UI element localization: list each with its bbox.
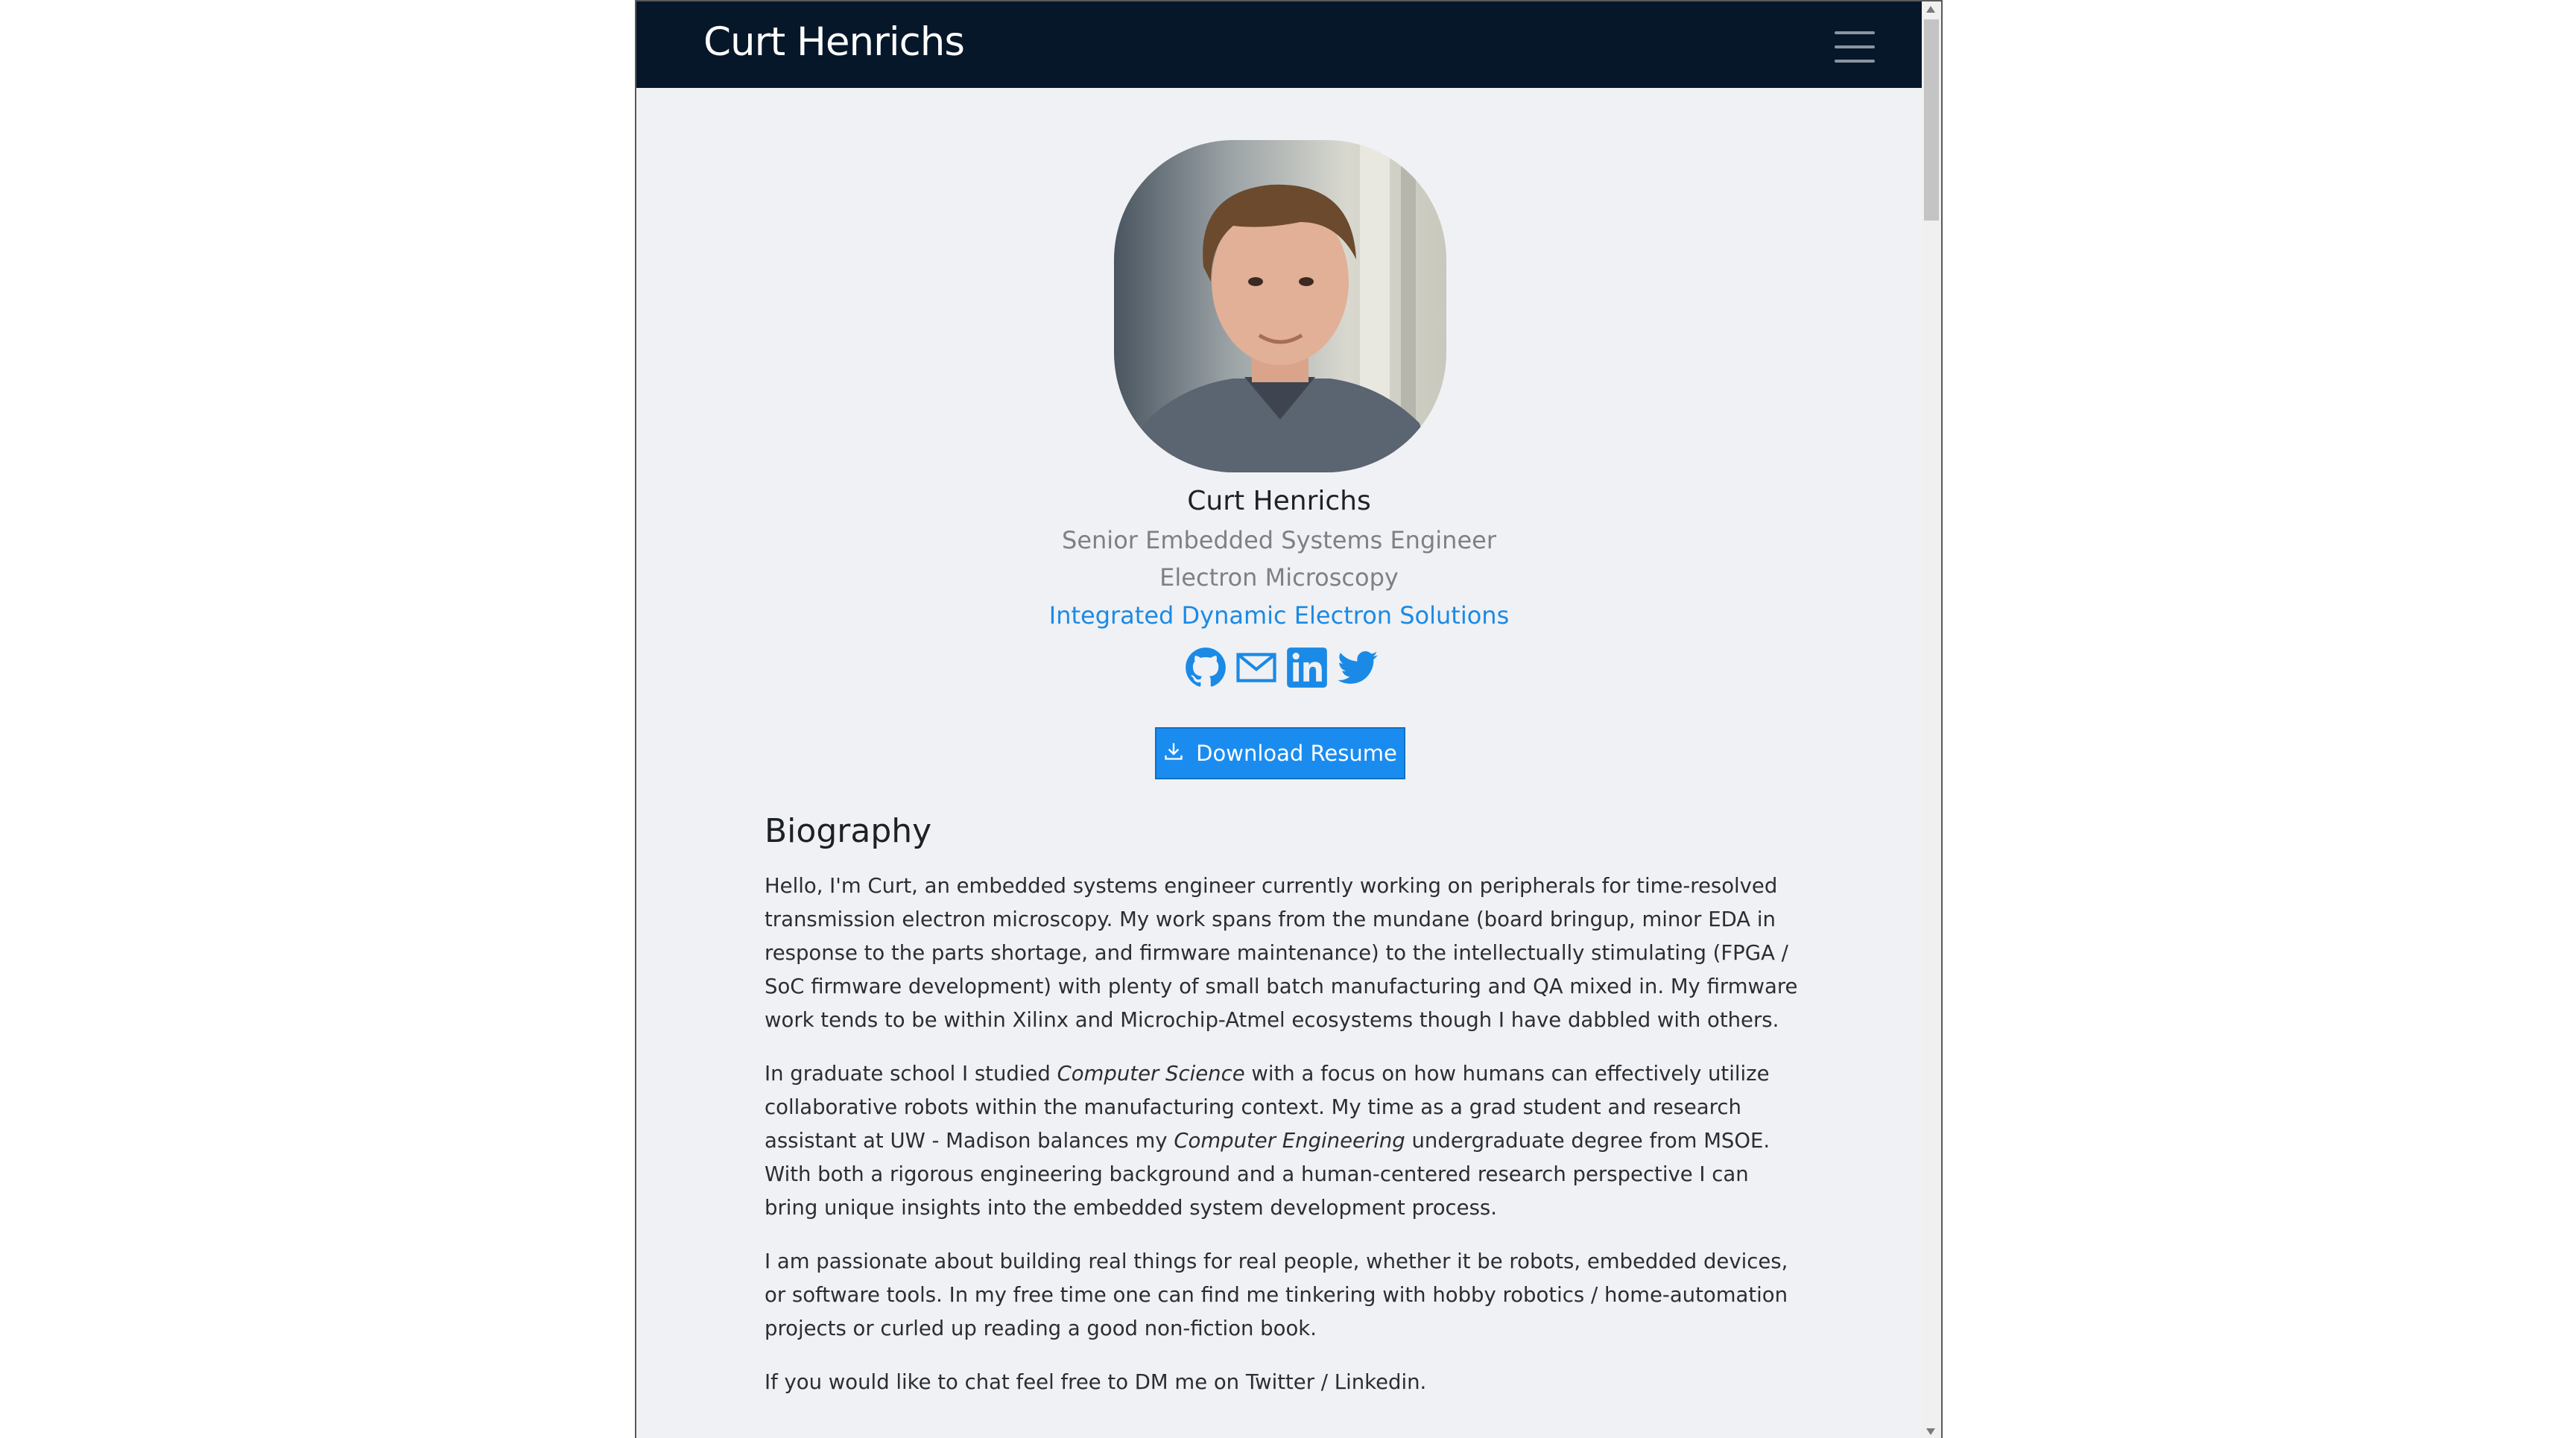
download-resume-label: Download Resume (1196, 741, 1397, 766)
scroll-up-arrow-icon[interactable] (1926, 6, 1935, 13)
download-resume-button[interactable]: Download Resume (1155, 727, 1405, 779)
profile-title: Senior Embedded Systems Engineer (1062, 526, 1496, 554)
text-span: In graduate school I studied (765, 1062, 1057, 1086)
profile-field: Electron Microscopy (1159, 563, 1399, 592)
page-content: Curt Henrichs Curt Henrichs Senior Embed… (636, 1, 1922, 1438)
vertical-scrollbar[interactable] (1922, 1, 1941, 1438)
navbar: Curt Henrichs (636, 1, 1922, 88)
scrollbar-thumb[interactable] (1924, 19, 1939, 221)
avatar (1114, 140, 1446, 472)
company-link[interactable]: Integrated Dynamic Electron Solutions (636, 601, 1922, 630)
biography-paragraph: Hello, I'm Curt, an embedded systems eng… (765, 874, 1798, 1032)
site-brand[interactable]: Curt Henrichs (703, 19, 965, 65)
biography-heading: Biography (765, 812, 932, 850)
twitter-icon[interactable] (1337, 647, 1379, 688)
scroll-down-arrow-icon[interactable] (1926, 1428, 1935, 1435)
biography-paragraph: In graduate school I studied Computer Sc… (765, 1057, 1808, 1225)
emphasis-text: Computer Science (1057, 1062, 1245, 1086)
github-icon[interactable] (1185, 647, 1227, 688)
biography-paragraph: I am passionate about building real thin… (765, 1249, 1788, 1340)
download-icon (1163, 741, 1184, 767)
linkedin-icon[interactable] (1286, 647, 1328, 688)
emphasis-text: Computer Engineering (1174, 1129, 1405, 1153)
browser-window: Curt Henrichs Curt Henrichs Senior Embed… (635, 0, 1943, 1438)
email-icon[interactable] (1235, 647, 1277, 688)
biography-paragraph: If you would like to chat feel free to D… (765, 1370, 1427, 1394)
hamburger-icon[interactable] (1835, 30, 1876, 64)
profile-name: Curt Henrichs (1187, 486, 1371, 516)
